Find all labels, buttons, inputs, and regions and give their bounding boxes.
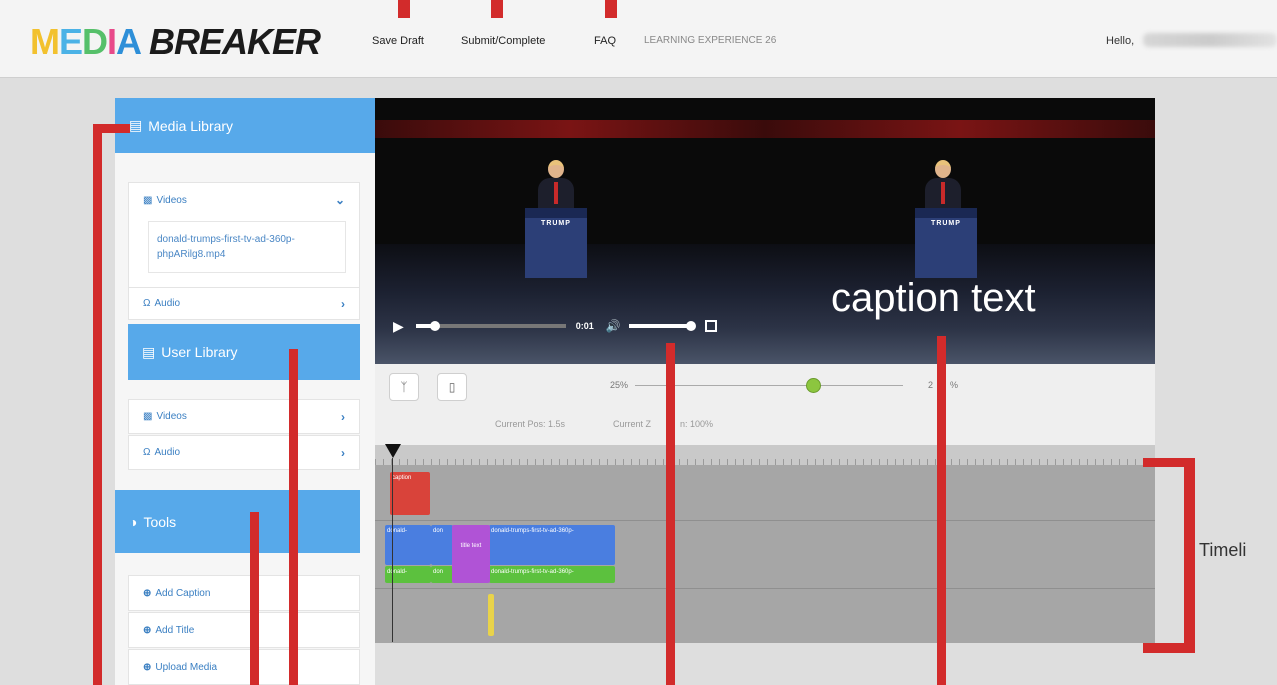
annotation-marker [491, 0, 503, 18]
playhead-handle[interactable] [385, 444, 401, 458]
timeline-ruler[interactable] [375, 445, 1155, 465]
play-icon[interactable]: ▶ [393, 318, 404, 335]
caption-overlay: caption text [831, 276, 1036, 320]
video-clip[interactable]: don [431, 525, 453, 565]
delete-clip-button[interactable]: ▯ [437, 373, 467, 401]
annotation-marker [1184, 458, 1195, 653]
add-caption-label: Add Caption [155, 587, 211, 599]
plus-circle-icon: ⊕ [143, 624, 152, 636]
add-caption-button[interactable]: ⊕ Add Caption [128, 575, 360, 611]
user-videos-label: Videos [156, 411, 187, 422]
media-audio-label: Audio [154, 298, 181, 309]
track-divider [375, 588, 1155, 589]
annotation-marker [1143, 643, 1195, 653]
time-readout: 0:01 [575, 321, 594, 331]
stage-banner [765, 120, 1155, 138]
zoom-max-label-end: % [950, 380, 959, 390]
logo: MEDIA BREAKER [30, 21, 321, 62]
player-controls: ▶ 0:01 🔊 [375, 314, 765, 338]
tools-header[interactable]: ◑ Tools [115, 490, 360, 553]
user-library-header[interactable]: ▤ User Library [128, 324, 360, 380]
half-circle-icon: ◑ [129, 513, 138, 530]
timeline-annotation-label: Timeli [1199, 540, 1247, 560]
podium-sign: TRUMP [931, 220, 961, 227]
media-audio-item[interactable]: Ω Audio › [128, 287, 360, 320]
volume-slider[interactable] [628, 321, 696, 331]
audio-clip[interactable]: donald-trumps-first-tv-ad-360p- [489, 566, 615, 583]
video-file-item[interactable]: donald-trumps-first-tv-ad-360p-phpARilg8… [148, 221, 346, 273]
audio-clip[interactable]: don [431, 566, 453, 583]
annotation-marker [605, 0, 617, 18]
media-library-header[interactable]: ▤ Media Library [115, 98, 375, 153]
preview-player: TRUMP caption text [765, 98, 1155, 364]
top-bar: MEDIA BREAKER Save Draft Submit/Complete … [0, 0, 1277, 78]
stage-banner [375, 120, 765, 138]
plus-circle-icon: ⊕ [143, 587, 152, 599]
zoom-slider-track[interactable] [635, 385, 903, 386]
split-clip-button[interactable]: ᛉ [389, 373, 419, 401]
add-title-button[interactable]: ⊕ Add Title [128, 612, 360, 648]
title-clip[interactable]: title text [452, 525, 490, 583]
upload-media-button[interactable]: ⊕ Upload Media [128, 649, 360, 685]
user-email-redacted [1143, 33, 1277, 47]
user-audio-item[interactable]: Ω Audio › [128, 435, 360, 470]
podium: TRUMP [915, 208, 977, 278]
annotation-marker [93, 124, 102, 685]
track-divider [375, 520, 1155, 521]
film-icon: ▤ [129, 117, 143, 133]
add-title-label: Add Title [155, 624, 195, 636]
annotation-marker [666, 343, 675, 685]
plus-circle-icon: ⊕ [143, 661, 152, 673]
zoom-max-label-start: 2 [928, 380, 934, 390]
headphones-icon: Ω [143, 447, 151, 458]
tools-title: Tools [143, 513, 177, 530]
scissors-fork-icon: ᛉ [400, 380, 408, 394]
chevron-right-icon: › [341, 445, 345, 460]
headphones-icon: Ω [143, 298, 151, 309]
current-zoom-end: n: 100% [680, 419, 714, 429]
media-videos-label: Videos [156, 195, 187, 206]
trash-icon: ▯ [448, 380, 456, 394]
zoom-slider-knob[interactable] [806, 378, 821, 393]
audio-marker-clip[interactable] [488, 594, 494, 636]
video-camera-icon: ▩ [143, 195, 153, 206]
film-icon: ▤ [142, 343, 156, 360]
chevron-right-icon: › [341, 409, 345, 424]
save-draft-link[interactable]: Save Draft [372, 35, 424, 47]
progress-bar[interactable] [415, 321, 566, 331]
media-library-title: Media Library [148, 117, 234, 134]
chevron-right-icon: › [341, 296, 345, 311]
caption-clip[interactable]: caption [390, 472, 430, 515]
chevron-down-icon[interactable]: ⌄ [335, 193, 345, 207]
user-greeting: Hello, [1106, 35, 1135, 47]
experience-title: LEARNING EXPERIENCE 26 [644, 35, 777, 46]
submit-complete-link[interactable]: Submit/Complete [461, 35, 545, 47]
source-video-player[interactable]: TRUMP ▶ 0:01 🔊 [375, 98, 765, 364]
zoom-min-label: 25% [610, 380, 629, 390]
user-audio-label: Audio [154, 447, 181, 458]
upload-media-label: Upload Media [155, 661, 218, 673]
podium: TRUMP [525, 208, 587, 278]
faq-link[interactable]: FAQ [594, 35, 616, 47]
user-videos-item[interactable]: ▩ Videos › [128, 399, 360, 434]
playhead-line [392, 458, 393, 642]
video-camera-icon: ▩ [143, 411, 153, 422]
podium-sign: TRUMP [541, 220, 571, 227]
current-zoom-start: Current Z [613, 419, 652, 429]
current-position: Current Pos: 1.5s [495, 419, 566, 429]
annotation-marker [398, 0, 410, 18]
annotation-marker [289, 349, 298, 685]
annotation-marker [937, 336, 946, 685]
volume-icon[interactable]: 🔊 [606, 319, 621, 333]
user-library-title: User Library [161, 344, 238, 360]
video-clip[interactable]: donald-trumps-first-tv-ad-360p- [489, 525, 615, 565]
annotation-marker [250, 512, 259, 685]
fullscreen-icon[interactable] [704, 320, 717, 332]
